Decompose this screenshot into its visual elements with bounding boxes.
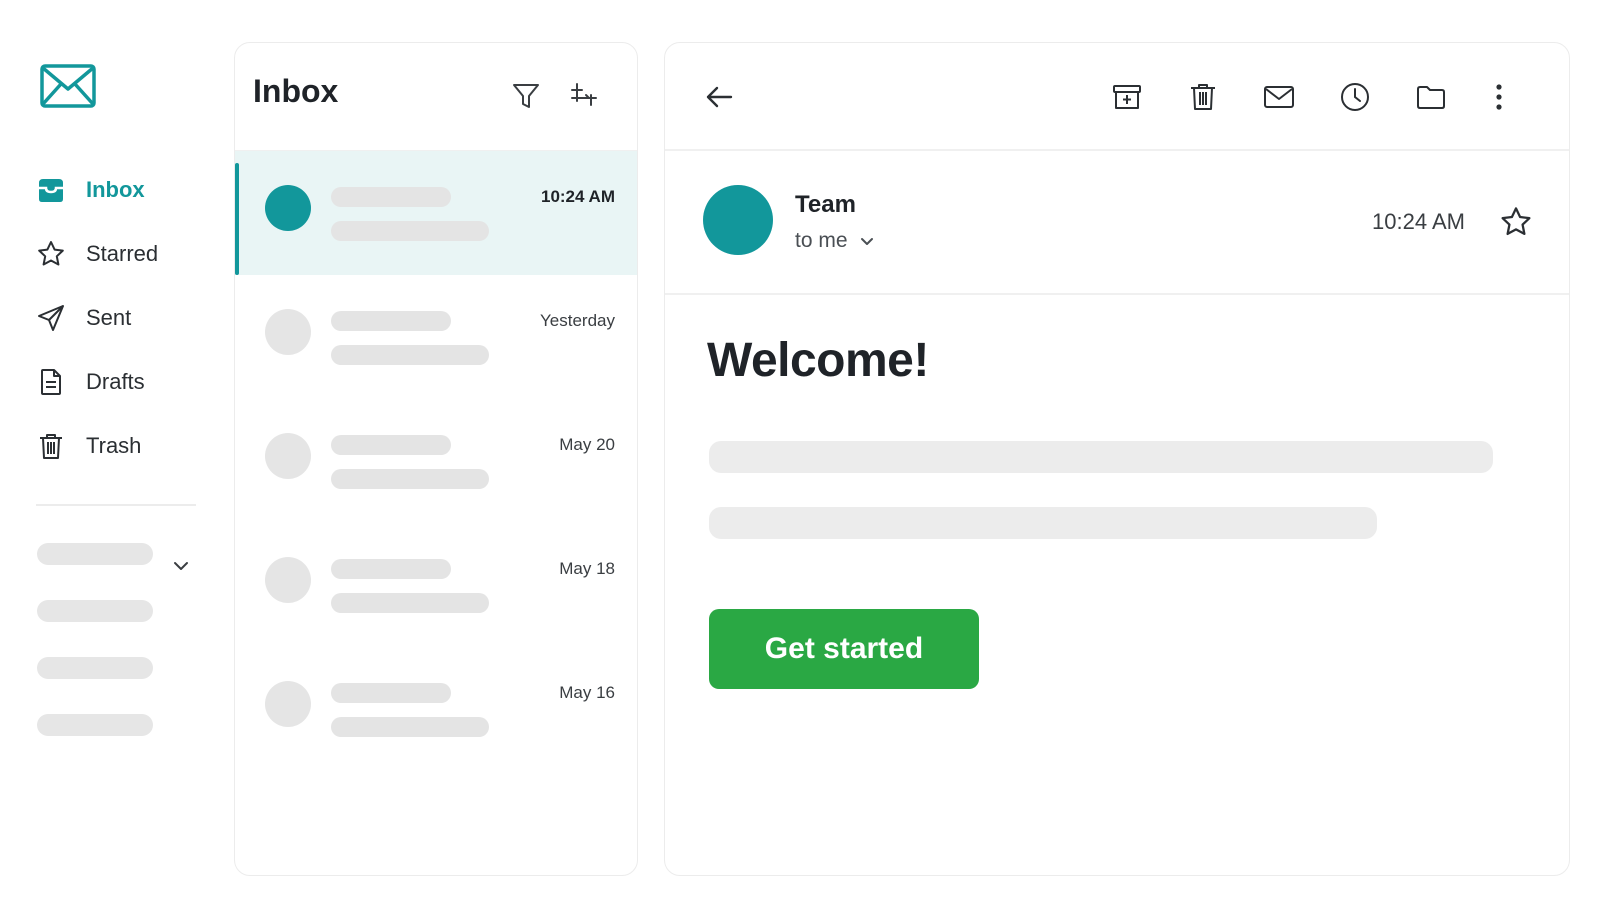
sender-placeholder <box>331 683 451 703</box>
filter-icon[interactable] <box>511 81 541 111</box>
message-time: Yesterday <box>540 311 615 330</box>
sender-placeholder <box>331 435 451 455</box>
sender-placeholder <box>331 187 451 207</box>
sidebar-item-label: Inbox <box>86 177 145 202</box>
clock-icon[interactable] <box>1339 81 1371 113</box>
star-icon <box>36 239 66 269</box>
sidebar-nav: Inbox Starred Sent Drafts Trash <box>36 158 206 478</box>
message-time: May 16 <box>559 683 615 702</box>
sidebar-placeholder <box>37 657 153 679</box>
sidebar-item-inbox[interactable]: Inbox <box>36 158 206 222</box>
email-heading: Welcome! <box>707 334 929 387</box>
sender-placeholder <box>331 311 451 331</box>
body-text-placeholder <box>709 507 1377 539</box>
sidebar-item-label: Drafts <box>86 369 145 394</box>
mail-icon[interactable] <box>1263 81 1295 113</box>
sender-placeholder <box>331 559 451 579</box>
sidebar-placeholder <box>37 600 153 622</box>
trash-icon <box>36 431 66 461</box>
list-item[interactable]: May 16 <box>235 647 637 771</box>
subject-placeholder <box>331 221 489 241</box>
subject-placeholder <box>331 593 489 613</box>
chevron-down-icon <box>858 232 876 250</box>
body-text-placeholder <box>709 441 1493 473</box>
list-item[interactable]: May 18 <box>235 523 637 647</box>
recipient-label: to me <box>795 229 848 252</box>
sidebar-item-label: Sent <box>86 305 132 330</box>
avatar <box>265 433 311 479</box>
sender-name: Team <box>795 191 856 218</box>
avatar <box>265 309 311 355</box>
send-icon <box>36 303 66 333</box>
sidebar: Inbox Starred Sent Drafts Trash <box>0 0 220 900</box>
sidebar-item-sent[interactable]: Sent <box>36 286 206 350</box>
more-vertical-icon[interactable] <box>1483 81 1515 113</box>
list-item[interactable]: Yesterday <box>235 275 637 399</box>
message-list-header: Inbox <box>235 43 637 151</box>
sidebar-divider <box>36 504 196 506</box>
page-title: Inbox <box>253 73 339 109</box>
back-arrow-icon[interactable] <box>703 81 735 113</box>
avatar <box>265 185 311 231</box>
sidebar-placeholder <box>37 714 153 736</box>
chevron-down-icon[interactable] <box>170 555 192 577</box>
subject-placeholder <box>331 469 489 489</box>
avatar <box>703 185 773 255</box>
sender-header: Team to me 10:24 AM <box>665 151 1569 295</box>
trash-icon[interactable] <box>1187 81 1219 113</box>
subject-placeholder <box>331 345 489 365</box>
get-started-button[interactable]: Get started <box>709 609 979 689</box>
reading-pane: Team to me 10:24 AM Welcome! Get started <box>664 42 1570 876</box>
message-time: May 18 <box>559 559 615 578</box>
avatar <box>265 557 311 603</box>
list-item[interactable]: 10:24 AM <box>235 151 637 275</box>
inbox-icon <box>36 175 66 205</box>
sidebar-item-label: Starred <box>86 241 159 266</box>
list-item[interactable]: May 20 <box>235 399 637 523</box>
subject-placeholder <box>331 717 489 737</box>
folder-icon[interactable] <box>1415 81 1447 113</box>
message-list-panel: Inbox 10:24 AM Yesterday May 20 May 18 M… <box>234 42 638 876</box>
envelope-icon[interactable] <box>40 64 96 108</box>
sidebar-item-starred[interactable]: Starred <box>36 222 206 286</box>
recipient-toggle[interactable]: to me <box>795 229 876 253</box>
message-time: 10:24 AM <box>540 187 615 206</box>
sidebar-item-trash[interactable]: Trash <box>36 414 206 478</box>
sidebar-item-drafts[interactable]: Drafts <box>36 350 206 414</box>
sort-icon[interactable] <box>569 81 599 111</box>
draft-icon <box>36 367 66 397</box>
email-time: 10:24 AM <box>1372 209 1465 234</box>
archive-icon[interactable] <box>1111 81 1143 113</box>
avatar <box>265 681 311 727</box>
sidebar-placeholder <box>37 543 153 565</box>
reader-toolbar <box>665 43 1569 151</box>
sidebar-item-label: Trash <box>86 433 142 458</box>
message-time: May 20 <box>559 435 615 454</box>
star-icon[interactable] <box>1499 205 1533 239</box>
